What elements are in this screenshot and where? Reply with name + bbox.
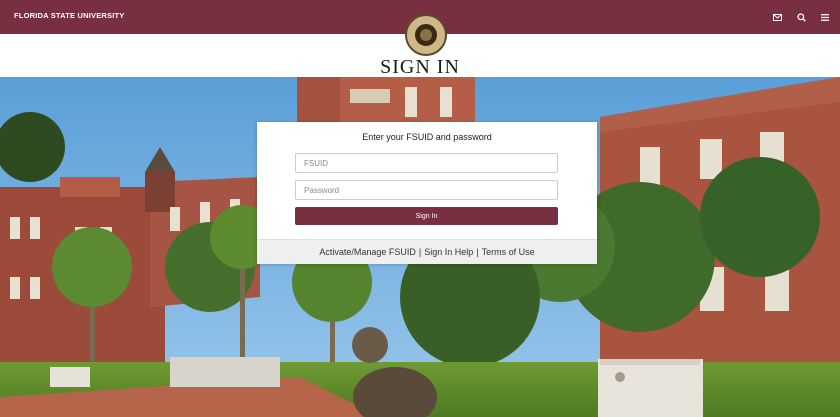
top-icons-group — [768, 8, 834, 26]
login-card: Enter your FSUID and password Sign In Ac… — [257, 122, 597, 264]
mail-icon[interactable] — [768, 8, 786, 26]
search-icon[interactable] — [792, 8, 810, 26]
login-heading: Enter your FSUID and password — [362, 132, 492, 142]
university-seal-logo — [405, 14, 447, 56]
menu-icon[interactable] — [816, 8, 834, 26]
link-separator: | — [418, 247, 422, 257]
link-separator: | — [476, 247, 479, 257]
fsuid-input[interactable] — [295, 153, 558, 173]
login-footer-links: Activate/Manage FSUID | Sign In Help | Terms… — [257, 239, 597, 264]
activate-manage-fsuid-link[interactable]: Activate/Manage FSUID — [319, 247, 416, 257]
sign-in-help-link[interactable]: Sign In Help — [424, 247, 473, 257]
terms-of-use-link[interactable]: Terms of Use — [482, 247, 535, 257]
page-title: SIGN IN — [380, 56, 460, 78]
password-input[interactable] — [295, 180, 558, 200]
sign-in-button[interactable]: Sign In — [295, 207, 558, 225]
university-brand-text[interactable]: FLORIDA STATE UNIVERSITY — [14, 11, 125, 20]
